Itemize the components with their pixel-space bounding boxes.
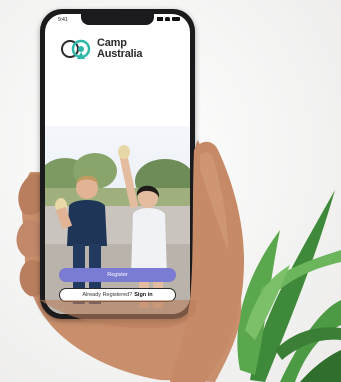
promo-scene: 9:41 Camp Australia Register Already Reg…	[0, 0, 341, 382]
logo-line-2: Australia	[97, 48, 143, 60]
register-button[interactable]: Register	[59, 268, 176, 282]
status-time: 9:41	[58, 17, 68, 23]
logo-wordmark: Camp Australia	[97, 38, 142, 60]
phone-notch	[81, 14, 154, 25]
wifi-icon	[165, 17, 170, 21]
app-logo: Camp Australia	[61, 38, 142, 60]
battery-icon	[172, 17, 180, 21]
sign-in-link[interactable]: Sign in	[134, 292, 152, 298]
camp-australia-logo-icon	[61, 39, 91, 59]
sign-in-prefix: Already Registered?	[82, 292, 133, 298]
app-screen: 9:41 Camp Australia Register Already Reg…	[45, 14, 190, 314]
children-photo	[45, 126, 190, 314]
sign-in-button[interactable]: Already Registered? Sign in	[59, 288, 176, 302]
status-icons	[157, 17, 180, 21]
phone-device: 9:41 Camp Australia Register Already Reg…	[40, 9, 195, 319]
signal-icon	[157, 17, 163, 21]
